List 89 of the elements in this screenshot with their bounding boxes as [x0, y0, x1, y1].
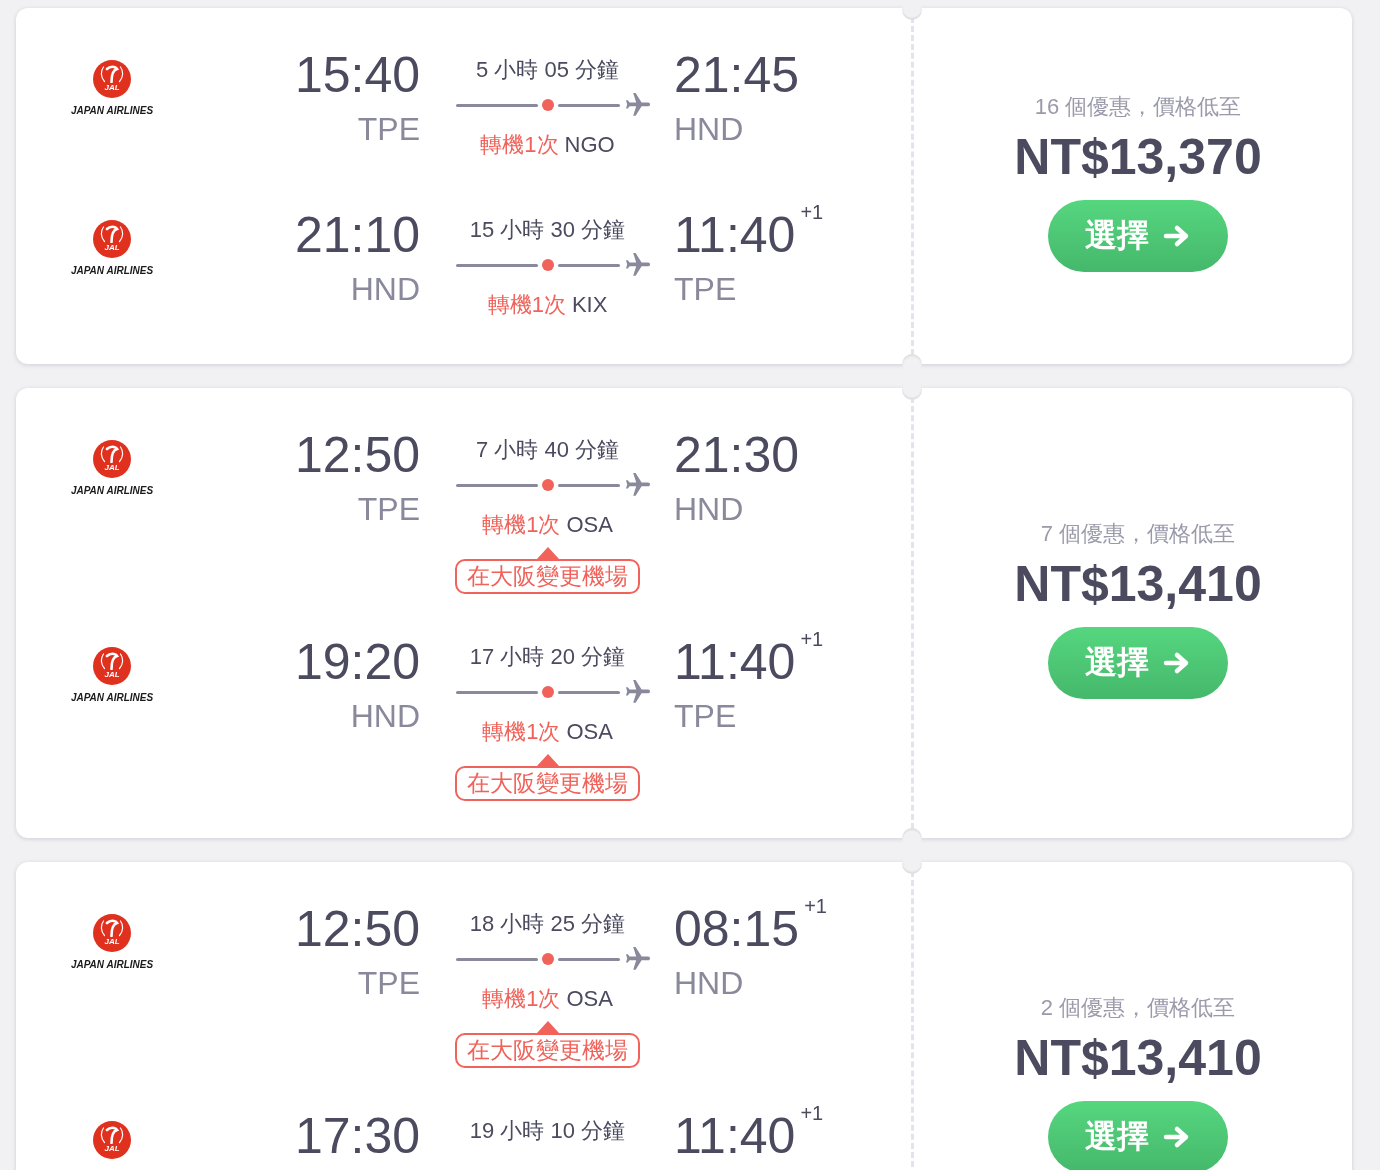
arrival-airport: TPE [674, 271, 737, 307]
arrival-time: 11:40 [674, 212, 796, 258]
crane-icon [99, 444, 125, 463]
departure-time: 17:30 [294, 1113, 420, 1159]
select-button[interactable]: 選擇 [1048, 200, 1228, 272]
crane-icon [99, 651, 125, 670]
arrival-airport: HND [674, 111, 744, 147]
route-line [558, 263, 620, 267]
stop-dot-icon [542, 259, 554, 271]
stop-dot-icon [542, 953, 554, 965]
arrival-time: 08:15 [674, 906, 800, 952]
stopover-airport: OSA [566, 511, 613, 539]
stops-label: 轉機1次 [482, 511, 561, 539]
airplane-icon [626, 947, 650, 971]
crane-icon [99, 224, 125, 243]
airport-change-label: 在大阪變更機場 [455, 766, 640, 801]
flight-duration: 7 小時 40 分鐘 [474, 436, 620, 464]
stop-dot-icon [542, 686, 554, 698]
select-button[interactable]: 選擇 [1048, 1101, 1228, 1170]
route-line [558, 957, 620, 961]
departure-time: 19:20 [294, 639, 420, 685]
offer-count: 2 個優惠，價格低至 [1040, 994, 1236, 1022]
flight-duration: 15 小時 30 分鐘 [468, 216, 627, 244]
logo-text: JAL [104, 83, 120, 92]
crane-icon [99, 64, 125, 83]
airport-change-label: 在大阪變更機場 [455, 559, 640, 594]
departure-airport: TPE [357, 491, 420, 527]
arrow-right-icon [1163, 651, 1191, 675]
logo-text: JAL [104, 243, 120, 252]
arrival-time: 21:45 [674, 52, 800, 98]
airplane-icon [626, 253, 650, 277]
airline-name: JAPAN AIRLINES [70, 692, 154, 704]
airplane-icon [626, 93, 650, 117]
arrow-right-icon [1163, 224, 1191, 248]
airline-name: JAPAN AIRLINES [70, 959, 154, 971]
day-offset: +1 [800, 1103, 824, 1123]
departure-time: 15:40 [294, 52, 420, 98]
airline-name: JAPAN AIRLINES [70, 105, 154, 117]
arrival-airport: HND [674, 491, 744, 527]
departure-airport: TPE [357, 965, 420, 1001]
route-line [558, 690, 620, 694]
day-offset: +1 [800, 629, 824, 649]
flight-duration: 19 小時 10 分鐘 [468, 1117, 627, 1145]
stopover-airport: OSA [566, 985, 613, 1013]
crane-icon [99, 1125, 125, 1144]
stops-label: 轉機1次 [482, 718, 561, 746]
departure-time: 21:10 [294, 212, 420, 258]
logo-text: JAL [104, 1144, 120, 1153]
arrival-time: 21:30 [674, 432, 800, 478]
airplane-icon [626, 473, 650, 497]
logo-text: JAL [104, 463, 120, 472]
offer-count: 7 個優惠，價格低至 [1040, 520, 1236, 548]
route-line [558, 103, 620, 107]
stop-dot-icon [542, 479, 554, 491]
flight-duration: 18 小時 25 分鐘 [468, 910, 627, 938]
airport-change-label: 在大阪變更機場 [455, 1033, 640, 1068]
offer-count: 16 個優惠，價格低至 [1034, 93, 1242, 121]
price: NT$13,410 [1014, 1030, 1262, 1086]
departure-airport: HND [350, 271, 420, 307]
departure-airport: TPE [357, 111, 420, 147]
stops-label: 轉機1次 [482, 985, 561, 1013]
airline-name: JAPAN AIRLINES [70, 265, 154, 277]
flight-duration: 17 小時 20 分鐘 [468, 643, 627, 671]
arrival-airport: HND [674, 965, 744, 1001]
logo-text: JAL [104, 670, 120, 679]
stopover-airport: KIX [571, 291, 608, 319]
stops-label: 轉機1次 [487, 291, 566, 319]
crane-icon [99, 918, 125, 937]
stop-dot-icon [542, 99, 554, 111]
departure-time: 12:50 [294, 906, 420, 952]
airplane-icon [626, 680, 650, 704]
day-offset: +1 [800, 202, 824, 222]
arrival-airport: TPE [674, 698, 737, 734]
arrow-right-icon [1163, 1125, 1191, 1149]
price: NT$13,410 [1014, 556, 1262, 612]
stopover-airport: OSA [566, 718, 613, 746]
flight-duration: 5 小時 05 分鐘 [474, 56, 620, 84]
select-button[interactable]: 選擇 [1048, 627, 1228, 699]
arrival-time: 11:40 [674, 1113, 796, 1159]
departure-airport: HND [350, 698, 420, 734]
departure-time: 12:50 [294, 432, 420, 478]
route-line [558, 483, 620, 487]
stopover-airport: NGO [564, 131, 615, 159]
airline-name: JAPAN AIRLINES [70, 485, 154, 497]
stops-label: 轉機1次 [480, 131, 559, 159]
arrival-time: 11:40 [674, 639, 796, 685]
price: NT$13,370 [1014, 129, 1262, 185]
logo-text: JAL [104, 937, 120, 946]
day-offset: +1 [804, 896, 827, 916]
